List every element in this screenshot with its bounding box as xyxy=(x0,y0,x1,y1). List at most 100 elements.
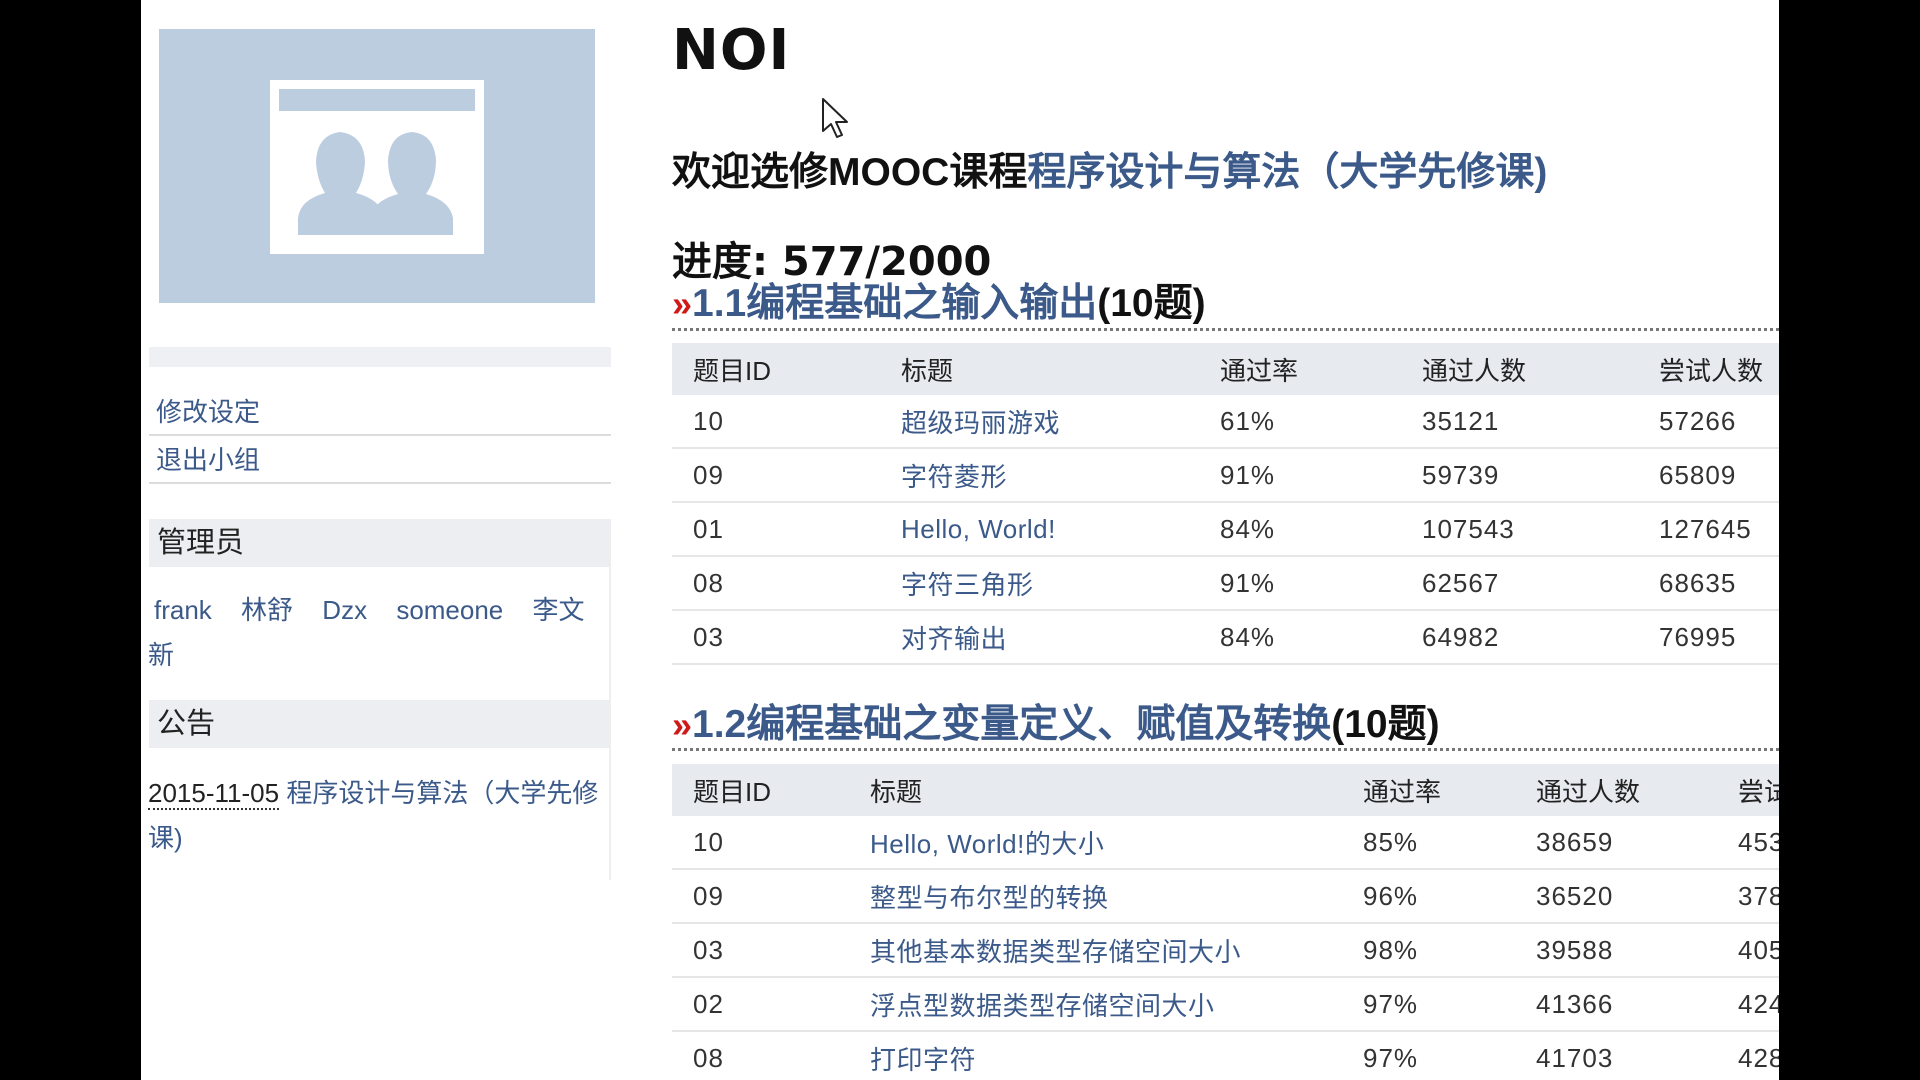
tried-count: 127645 xyxy=(1638,502,1779,557)
table-row: 08 字符三角形 91% 62567 68635 xyxy=(672,556,1779,611)
problem-id: 03 xyxy=(672,610,880,665)
pass-rate: 84% xyxy=(1199,610,1401,665)
pass-rate: 84% xyxy=(1199,502,1401,557)
modify-settings-link[interactable]: 修改设定 xyxy=(149,390,611,436)
tried-count: 405 xyxy=(1717,923,1779,978)
mouse-cursor-icon xyxy=(821,97,851,144)
admin-link[interactable]: 林舒 xyxy=(241,595,293,625)
problem-id: 01 xyxy=(672,502,880,557)
table-row: 03 对齐输出 84% 64982 76995 xyxy=(672,610,1779,665)
section-divider xyxy=(672,748,1779,751)
tried-count: 428 xyxy=(1717,1031,1779,1080)
pass-rate: 97% xyxy=(1342,1031,1515,1080)
admin-link[interactable]: someone xyxy=(396,595,503,625)
table-header-row: 题目ID 标题 通过率 通过人数 尝试 xyxy=(672,764,1779,816)
problem-id: 03 xyxy=(672,923,849,978)
problem-table: 题目ID 标题 通过率 通过人数 尝试 10 Hello, World!的大小 … xyxy=(672,764,1779,1080)
section-link[interactable]: 1.1编程基础之输入输出 xyxy=(692,282,1097,325)
table-row: 09 整型与布尔型的转换 96% 36520 378 xyxy=(672,869,1779,924)
problem-title-link[interactable]: 打印字符 xyxy=(849,1031,1342,1080)
table-row: 08 打印字符 97% 41703 428 xyxy=(672,1031,1779,1080)
passed-count: 41366 xyxy=(1515,977,1717,1032)
problem-title-link[interactable]: 整型与布尔型的转换 xyxy=(849,869,1342,924)
tried-count: 68635 xyxy=(1638,556,1779,611)
pass-rate: 98% xyxy=(1342,923,1515,978)
table-header-row: 题目ID 标题 通过率 通过人数 尝试人数 xyxy=(672,343,1779,395)
problem-id: 09 xyxy=(672,869,849,924)
tried-count: 65809 xyxy=(1638,448,1779,503)
passed-count: 107543 xyxy=(1401,502,1638,557)
column-header: 题目ID xyxy=(672,343,880,395)
problem-title-link[interactable]: 字符三角形 xyxy=(880,556,1199,611)
pass-rate: 96% xyxy=(1342,869,1515,924)
group-title: NOI xyxy=(672,18,791,83)
tried-count: 453 xyxy=(1717,816,1779,870)
column-header: 题目ID xyxy=(672,764,849,816)
sidebar: 修改设定 退出小组 管理员 frank 林舒 Dzx someone 李文新 公… xyxy=(141,0,611,880)
passed-count: 38659 xyxy=(1515,816,1717,870)
page: 修改设定 退出小组 管理员 frank 林舒 Dzx someone 李文新 公… xyxy=(141,0,1779,1080)
passed-count: 35121 xyxy=(1401,395,1638,449)
section-link[interactable]: 1.2编程基础之变量定义、赋值及转换 xyxy=(692,703,1331,746)
problem-table: 题目ID 标题 通过率 通过人数 尝试人数 10 超级玛丽游戏 61% 3512… xyxy=(672,343,1779,665)
problem-title-link[interactable]: 对齐输出 xyxy=(880,610,1199,665)
group-avatar xyxy=(159,29,595,303)
notice-date: 2015-11-05 xyxy=(148,778,280,810)
pass-rate: 91% xyxy=(1199,448,1401,503)
column-header: 标题 xyxy=(880,343,1199,395)
main-content: NOI 欢迎选修MOOC课程程序设计与算法（大学先修课) 进度: 577/200… xyxy=(672,0,1779,1080)
problem-id: 08 xyxy=(672,1031,849,1080)
section-title: »1.2编程基础之变量定义、赋值及转换(10题) xyxy=(672,693,1779,749)
passed-count: 59739 xyxy=(1401,448,1638,503)
problem-title-link[interactable]: 超级玛丽游戏 xyxy=(880,395,1199,449)
table-row: 02 浮点型数据类型存储空间大小 97% 41366 424 xyxy=(672,977,1779,1032)
admin-list: frank 林舒 Dzx someone 李文新 xyxy=(148,588,610,678)
admin-link[interactable]: frank xyxy=(154,595,212,625)
pass-rate: 85% xyxy=(1342,816,1515,870)
column-header: 标题 xyxy=(849,764,1342,816)
notice-heading: 公告 xyxy=(149,700,611,748)
passed-count: 64982 xyxy=(1401,610,1638,665)
section-divider xyxy=(672,328,1779,331)
table-row: 09 字符菱形 91% 59739 65809 xyxy=(672,448,1779,503)
section-title: »1.1编程基础之输入输出(10题) xyxy=(672,272,1779,328)
passed-count: 41703 xyxy=(1515,1031,1717,1080)
admin-link[interactable]: Dzx xyxy=(322,595,367,625)
column-header: 尝试人数 xyxy=(1638,343,1779,395)
sidebar-divider xyxy=(609,530,611,880)
tried-count: 378 xyxy=(1717,869,1779,924)
problem-title-link[interactable]: 字符菱形 xyxy=(880,448,1199,503)
welcome-prefix: 欢迎选修MOOC课程 xyxy=(672,151,1028,194)
problem-title-link[interactable]: Hello, World! xyxy=(880,502,1199,557)
leave-group-link[interactable]: 退出小组 xyxy=(149,438,611,484)
tried-count: 424 xyxy=(1717,977,1779,1032)
welcome-message: 欢迎选修MOOC课程程序设计与算法（大学先修课) xyxy=(672,141,1547,197)
problem-id: 10 xyxy=(672,816,849,870)
column-header: 通过率 xyxy=(1199,343,1401,395)
table-row: 03 其他基本数据类型存储空间大小 98% 39588 405 xyxy=(672,923,1779,978)
table-row: 10 超级玛丽游戏 61% 35121 57266 xyxy=(672,395,1779,449)
problem-title-link[interactable]: 浮点型数据类型存储空间大小 xyxy=(849,977,1342,1032)
table-row: 01 Hello, World! 84% 107543 127645 xyxy=(672,502,1779,557)
section-marker-icon: » xyxy=(672,283,693,324)
tried-count: 76995 xyxy=(1638,610,1779,665)
problem-id: 02 xyxy=(672,977,849,1032)
problem-title-link[interactable]: Hello, World!的大小 xyxy=(849,816,1342,870)
problem-id: 09 xyxy=(672,448,880,503)
admin-heading: 管理员 xyxy=(149,519,611,567)
problem-title-link[interactable]: 其他基本数据类型存储空间大小 xyxy=(849,923,1342,978)
passed-count: 39588 xyxy=(1515,923,1717,978)
notice-item: 2015-11-05 程序设计与算法（大学先修课) xyxy=(148,771,610,861)
table-row: 10 Hello, World!的大小 85% 38659 453 xyxy=(672,816,1779,870)
tried-count: 57266 xyxy=(1638,395,1779,449)
column-header: 通过人数 xyxy=(1401,343,1638,395)
passed-count: 36520 xyxy=(1515,869,1717,924)
section-count: (10题) xyxy=(1097,282,1206,325)
column-header: 通过人数 xyxy=(1515,764,1717,816)
pass-rate: 97% xyxy=(1342,977,1515,1032)
course-link[interactable]: 程序设计与算法（大学先修课) xyxy=(1027,151,1547,194)
pass-rate: 61% xyxy=(1199,395,1401,449)
column-header: 尝试 xyxy=(1717,764,1779,816)
pass-rate: 91% xyxy=(1199,556,1401,611)
divider-bar xyxy=(149,347,611,367)
